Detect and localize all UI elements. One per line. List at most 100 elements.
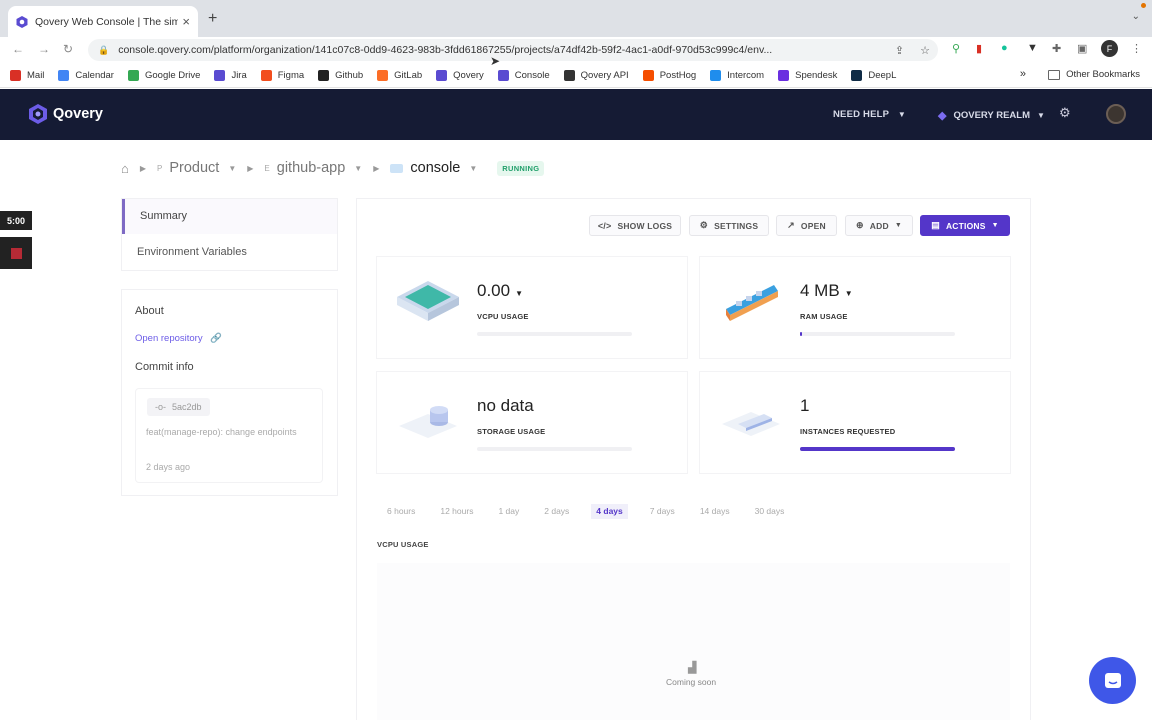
intercom-chat-button[interactable] <box>1089 657 1136 704</box>
link-icon: 🔗 <box>210 333 223 344</box>
bookmark-deepl[interactable]: DeepL <box>851 69 896 81</box>
instances-server-icon <box>722 412 780 436</box>
bookmark-jira[interactable]: Jira <box>214 69 247 81</box>
tab-title: Qovery Web Console | The sim... <box>35 15 179 28</box>
need-help-menu[interactable]: NEED HELP ▼ <box>833 109 906 120</box>
add-button[interactable]: ⊕ ADD ▼ <box>845 215 913 236</box>
extension-icon[interactable]: ▼ <box>1027 42 1038 54</box>
open-repository-label: Open repository <box>135 333 203 344</box>
chevron-down-icon[interactable]: ▼ <box>469 164 477 173</box>
show-logs-label: SHOW LOGS <box>617 220 673 231</box>
external-link-icon: ↗ <box>787 220 795 230</box>
time-range-option[interactable]: 12 hours <box>437 504 476 519</box>
bookmark-label: Jira <box>231 69 247 81</box>
time-range-option[interactable]: 7 days <box>647 504 678 519</box>
metric-progress-fill <box>800 447 955 451</box>
bookmark-label: Google Drive <box>144 69 201 81</box>
bookmark-calendar[interactable]: Calendar <box>58 69 114 81</box>
bookmark-label: Calendar <box>75 69 114 81</box>
breadcrumb-application[interactable]: console <box>410 160 460 176</box>
time-range-option[interactable]: 14 days <box>697 504 733 519</box>
organization-name: QOVERY REALM <box>953 110 1031 121</box>
browser-tab[interactable]: Qovery Web Console | The sim... × <box>8 6 198 37</box>
time-range-selector: 6 hours 12 hours 1 day 2 days 4 days 7 days 14… <box>384 504 806 519</box>
new-tab-icon[interactable]: + <box>208 10 217 28</box>
menu-icon[interactable]: ⋮ <box>1131 42 1142 55</box>
home-icon[interactable]: ⌂ <box>121 161 129 176</box>
time-range-option[interactable]: 30 days <box>752 504 788 519</box>
chevron-down-icon[interactable]: ▼ <box>354 164 362 173</box>
bookmark-label: Intercom <box>727 69 765 81</box>
bookmark-mail[interactable]: Mail <box>10 69 45 81</box>
bookmark-qovery[interactable]: Qovery <box>436 69 484 81</box>
mail-icon <box>10 69 21 81</box>
bookmark-star-icon[interactable]: ☆ <box>920 44 930 57</box>
calendar-icon <box>58 69 70 81</box>
forward-icon[interactable]: → <box>38 42 50 56</box>
calendar-icon: ▤ <box>931 220 940 230</box>
breadcrumb-environment[interactable]: github-app <box>277 160 346 176</box>
sidebar-icon[interactable]: ▣ <box>1077 42 1087 55</box>
memory-stick-icon <box>726 285 778 321</box>
bookmark-console[interactable]: Console <box>497 69 550 81</box>
chevron-right-icon: ▶ <box>139 163 147 173</box>
bookmark-google-drive[interactable]: Google Drive <box>127 69 201 81</box>
chevron-down-icon[interactable]: ▼ <box>228 164 236 173</box>
other-bookmarks[interactable]: Other Bookmarks <box>1048 69 1140 80</box>
bookmark-github[interactable]: Github <box>318 69 364 81</box>
gitlab-icon <box>377 69 389 81</box>
chevron-down-icon: ▼ <box>1037 111 1045 120</box>
bookmark-figma[interactable]: Figma <box>260 69 304 81</box>
grammarly-icon[interactable]: ● <box>1001 42 1008 54</box>
bookmark-posthog[interactable]: PostHog <box>642 69 696 81</box>
open-button[interactable]: ↗ OPEN <box>776 215 837 236</box>
extensions-puzzle-icon[interactable]: ✚ <box>1052 42 1061 55</box>
metric-value[interactable]: 0.00 ▼ <box>477 281 523 301</box>
address-bar[interactable]: 🔒 console.qovery.com/platform/organizati… <box>88 39 938 61</box>
menu-item-summary[interactable]: Summary <box>122 199 337 234</box>
time-range-option[interactable]: 2 days <box>541 504 572 519</box>
open-repository-link[interactable]: Open repository 🔗 <box>135 333 222 344</box>
metric-value[interactable]: 4 MB ▼ <box>800 281 853 301</box>
back-icon[interactable]: ← <box>12 42 24 56</box>
code-icon: </> <box>597 220 612 231</box>
tab-search-icon[interactable]: ⌄ <box>1132 11 1140 22</box>
bookmark-intercom[interactable]: Intercom <box>710 69 765 81</box>
extension-icon[interactable]: ▮ <box>976 42 982 55</box>
stop-recording-button[interactable] <box>0 237 32 269</box>
bookmark-label: Mail <box>27 69 45 81</box>
breadcrumb-project[interactable]: Product <box>169 160 219 176</box>
menu-item-environment-variables[interactable]: Environment Variables <box>122 235 337 270</box>
settings-button[interactable]: ⚙ SETTINGS <box>689 215 769 236</box>
close-tab-icon[interactable]: × <box>182 14 190 29</box>
bookmark-label: Github <box>335 69 364 81</box>
qovery-logo[interactable]: Qovery <box>28 104 103 124</box>
time-range-option[interactable]: 4 days <box>591 504 628 519</box>
add-label: ADD <box>869 220 889 231</box>
organization-switcher[interactable]: ◆ QOVERY REALM ▼ <box>938 109 1045 122</box>
qovery-api-icon <box>563 69 575 81</box>
show-logs-button[interactable]: </> SHOW LOGS <box>589 215 681 236</box>
reload-icon[interactable]: ↻ <box>63 42 73 56</box>
google-drive-icon <box>127 69 139 81</box>
intercom-icon <box>710 69 722 81</box>
profile-icon[interactable]: F <box>1101 40 1118 57</box>
extension-icon[interactable]: ⚲ <box>952 42 960 55</box>
time-range-option[interactable]: 1 day <box>495 504 522 519</box>
user-avatar[interactable] <box>1106 104 1126 124</box>
chevron-down-icon: ▼ <box>991 222 999 229</box>
commit-hash[interactable]: -o- 5ac2db <box>147 398 210 416</box>
bookmark-gitlab[interactable]: GitLab <box>377 69 422 81</box>
actions-button[interactable]: ▤ ACTIONS ▼ <box>920 215 1010 236</box>
time-range-option[interactable]: 6 hours <box>384 504 418 519</box>
share-icon[interactable]: ⇪ <box>895 44 904 57</box>
bookmark-qovery-api[interactable]: Qovery API <box>563 69 629 81</box>
bookmark-spendesk[interactable]: Spendesk <box>778 69 837 81</box>
settings-gear-icon[interactable]: ⚙ <box>1059 105 1071 121</box>
chart-title: VCPU USAGE <box>377 540 429 549</box>
about-panel: About Open repository 🔗 Commit info -o- 5… <box>122 290 337 495</box>
bookmarks-bar: Mail Calendar Google Drive Jira Figma Github G… <box>0 63 1152 88</box>
breadcrumb: ⌂ ▶ P Product ▼ ▶ E github-app ▼ ▶ conso… <box>121 160 545 176</box>
more-bookmarks-icon[interactable]: » <box>1020 68 1026 80</box>
menu-item-label: Environment Variables <box>137 246 247 258</box>
